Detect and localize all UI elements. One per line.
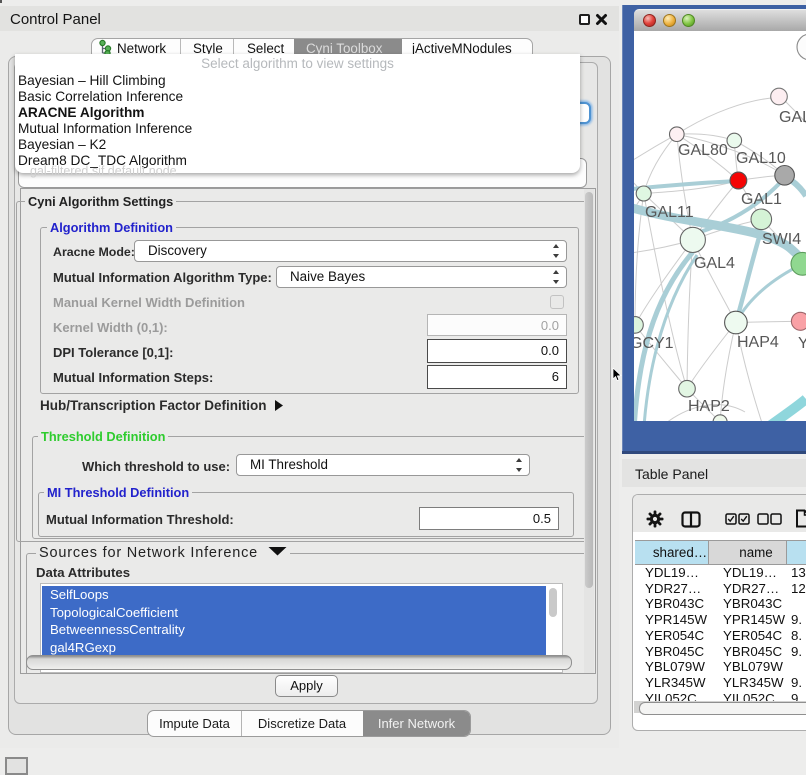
svg-text:GAL10: GAL10 (736, 150, 786, 167)
svg-text:GAL4: GAL4 (694, 255, 735, 272)
svg-text:GAL: GAL (779, 109, 806, 126)
svg-text:HAP2: HAP2 (688, 398, 730, 415)
svg-text:GCY1: GCY1 (634, 335, 674, 352)
svg-text:Y: Y (798, 335, 806, 352)
svg-text:GAL80: GAL80 (678, 142, 728, 159)
svg-text:HAP4: HAP4 (737, 334, 779, 351)
svg-text:SWI4: SWI4 (762, 231, 801, 248)
svg-text:GAL11: GAL11 (645, 204, 694, 221)
svg-text:GAL1: GAL1 (741, 191, 782, 208)
